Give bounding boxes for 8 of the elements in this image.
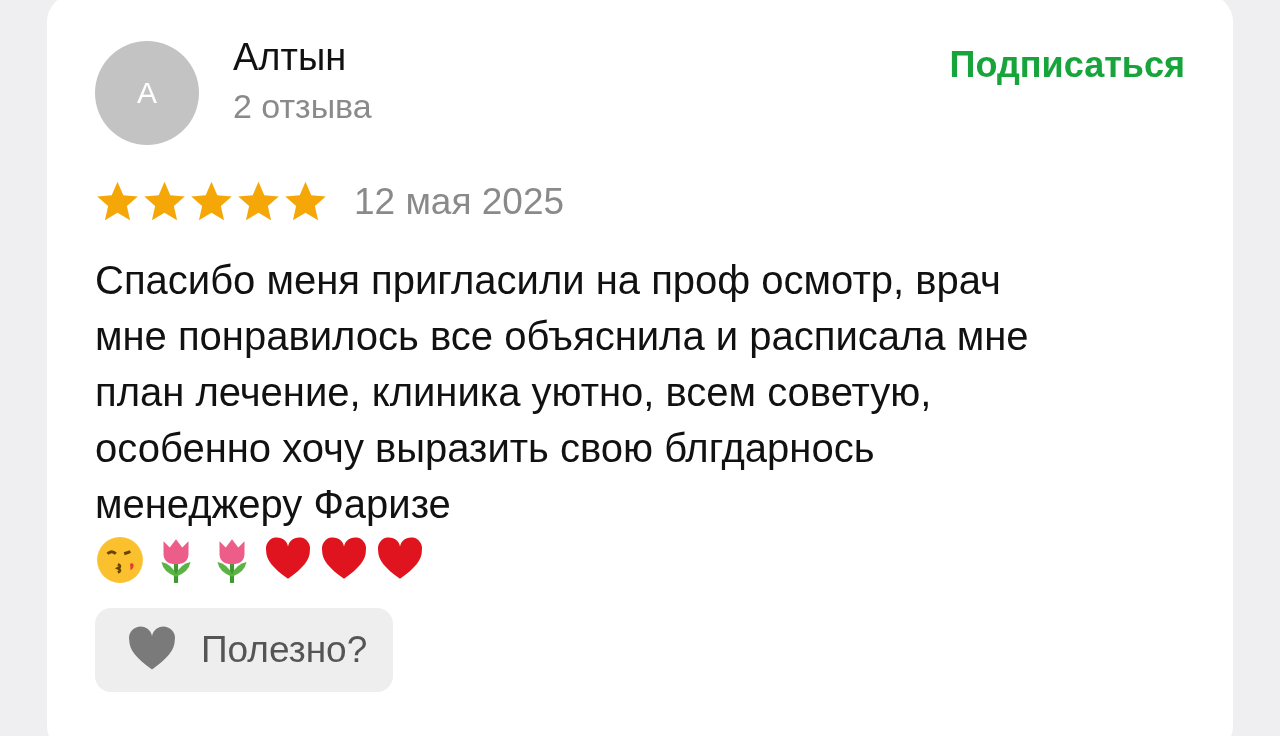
reviews-count: 2 отзыва [233, 87, 372, 126]
subscribe-link[interactable]: Подписаться [949, 44, 1185, 86]
avatar: А [95, 41, 199, 145]
author-name: Алтын [233, 36, 347, 79]
review-text: Спасибо меня пригласили на проф осмотр, врач мне понравилось все объяснила и расписала мне план лечение, клиника уютно, всем советую, особенно хочу выразить свою блгдарнось менеджеру Фаризе [95, 257, 1030, 528]
helpful-button[interactable]: Полезно? [95, 608, 394, 692]
kiss-emoji-icon [95, 535, 145, 585]
review-date: 12 мая 2025 [354, 180, 565, 223]
